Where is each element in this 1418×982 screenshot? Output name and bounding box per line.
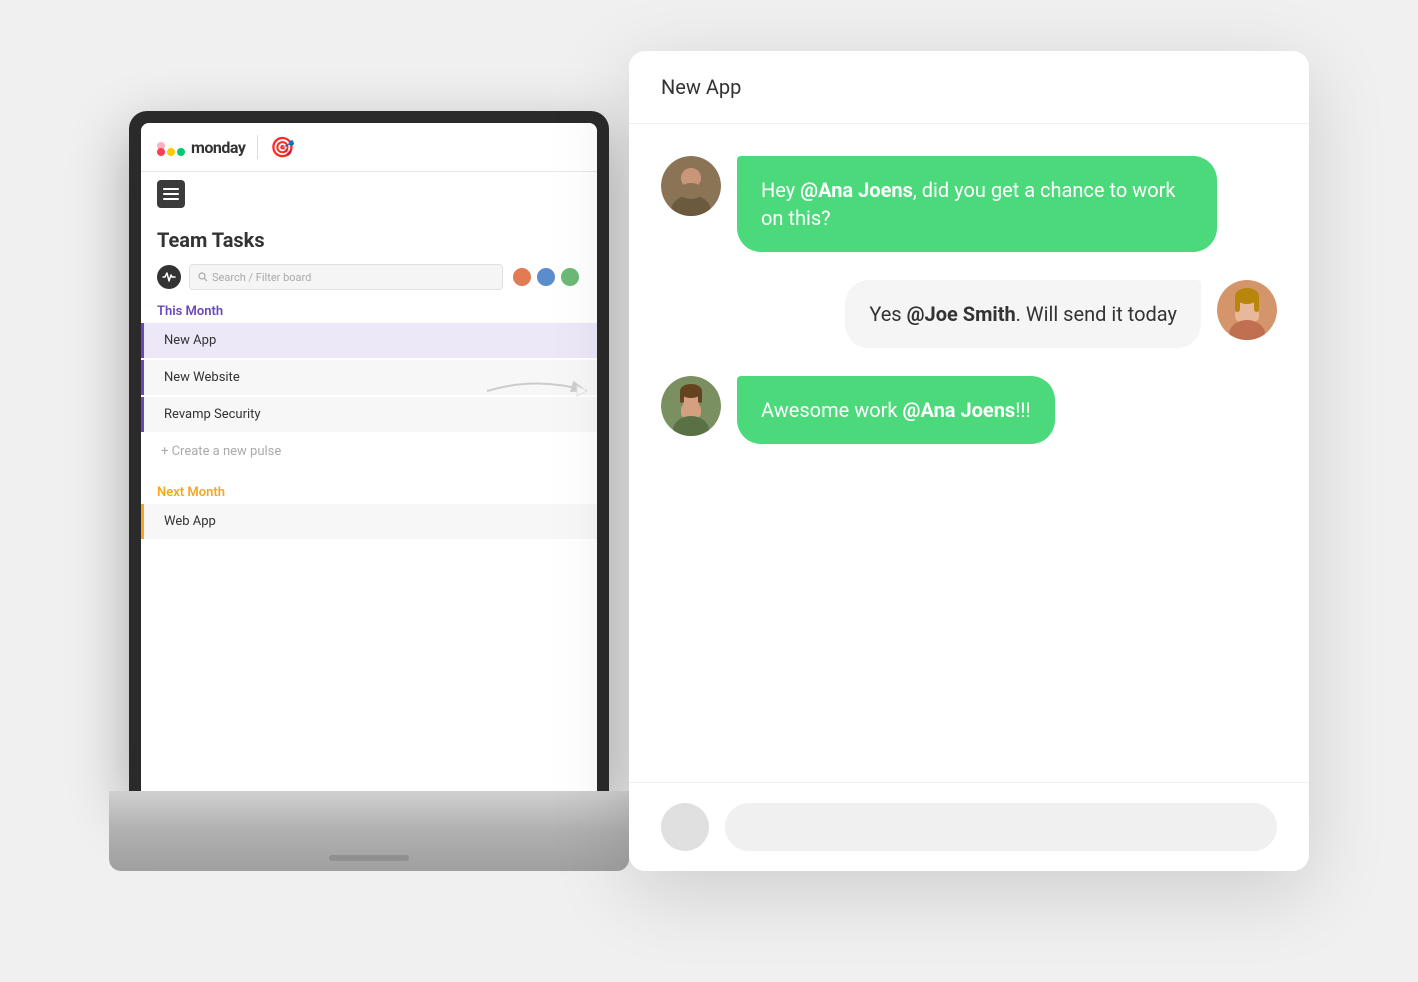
pulse-item-label-new-app: New App <box>164 333 216 348</box>
laptop-screen-outer: monday 🎯 Team Tasks <box>129 111 609 791</box>
app-ui: monday 🎯 Team Tasks <box>141 123 597 791</box>
chat-body: Hey @Ana Joens, did you get a chance to … <box>629 124 1309 782</box>
bubble-3: Awesome work @Ana Joens!!! <box>737 376 1055 444</box>
message-row-3: Awesome work @Ana Joens!!! <box>661 376 1277 444</box>
logo-text: monday <box>191 138 245 157</box>
mention-ana-2: @Ana Joens <box>903 398 1016 422</box>
hamburger-line-2 <box>163 193 179 195</box>
message-input[interactable] <box>725 803 1277 851</box>
logo-svg <box>157 138 185 156</box>
mention-joe-1: @Joe Smith <box>907 302 1016 326</box>
chat-title: New App <box>629 51 1309 124</box>
laptop-base <box>109 791 629 871</box>
group-label-this-month: This Month <box>141 296 597 323</box>
pulse-item-web-app[interactable]: Web App <box>141 504 597 539</box>
emoji-icon: 🎯 <box>270 135 295 159</box>
pulse-svg <box>162 270 176 284</box>
search-bar[interactable]: Search / Filter board <box>189 264 503 290</box>
footer-avatar <box>661 803 709 851</box>
logo-divider <box>257 135 258 159</box>
avatar-joe <box>661 156 721 216</box>
arrow-svg <box>477 366 597 416</box>
search-placeholder: Search / Filter board <box>212 271 311 284</box>
message-row-2: Yes @Joe Smith. Will send it today <box>661 280 1277 348</box>
pulse-item-label-new-website: New Website <box>164 370 240 385</box>
monday-logo-mark <box>157 138 185 156</box>
avatar-1 <box>511 266 533 288</box>
laptop: monday 🎯 Team Tasks <box>109 111 629 871</box>
pulse-item-label-revamp-security: Revamp Security <box>164 407 261 422</box>
hamburger-line-3 <box>163 198 179 200</box>
board-toolbar: Search / Filter board <box>141 258 597 296</box>
mention-ana-1: @Ana Joens <box>800 178 913 202</box>
bubble-2: Yes @Joe Smith. Will send it today <box>845 280 1201 348</box>
avatar-2 <box>535 266 557 288</box>
pulse-icon <box>157 265 181 289</box>
bubble-1: Hey @Ana Joens, did you get a chance to … <box>737 156 1217 252</box>
board-title: Team Tasks <box>141 216 597 258</box>
group-next-month: Next Month Web App <box>141 477 597 549</box>
arrow-connector <box>477 366 597 420</box>
message-row-1: Hey @Ana Joens, did you get a chance to … <box>661 156 1277 252</box>
laptop-screen-inner: monday 🎯 Team Tasks <box>141 123 597 791</box>
avatar-3 <box>559 266 581 288</box>
group-label-next-month: Next Month <box>141 477 597 504</box>
avatar-group <box>511 266 581 288</box>
monday-logo: monday <box>157 138 245 157</box>
hamburger-button[interactable] <box>157 180 185 208</box>
hamburger-line-1 <box>163 188 179 190</box>
scene: monday 🎯 Team Tasks <box>109 51 1309 931</box>
pulse-item-new-app[interactable]: New App <box>141 323 597 358</box>
search-icon <box>198 272 208 282</box>
avatar-ana <box>1217 280 1277 340</box>
avatar-person3 <box>661 376 721 436</box>
chat-panel: New App Hey @Ana Joens, did y <box>629 51 1309 871</box>
create-pulse-button[interactable]: + Create a new pulse <box>141 434 597 469</box>
pulse-item-label-web-app: Web App <box>164 514 216 529</box>
app-header: monday 🎯 <box>141 123 597 172</box>
chat-footer <box>629 782 1309 871</box>
